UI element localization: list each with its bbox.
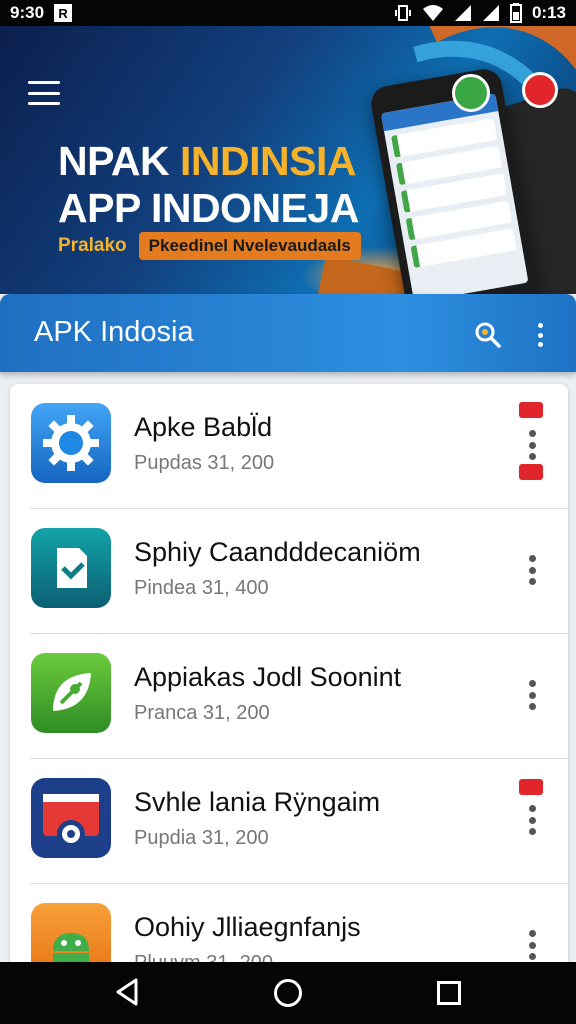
vibrate-icon xyxy=(394,5,411,21)
app-meta: Pranca 31, 200 xyxy=(134,702,270,724)
home-icon[interactable] xyxy=(274,979,302,1007)
red-flag-icon xyxy=(519,779,543,795)
phone-screen xyxy=(380,93,529,294)
promo-text: Pralako xyxy=(58,235,127,256)
headline-part-1: NPAK xyxy=(58,138,181,184)
app-meta: Pindea 31, 400 xyxy=(134,577,269,599)
item-overflow-icon[interactable] xyxy=(526,930,538,960)
camera-icon xyxy=(31,778,111,858)
red-flag-icon xyxy=(519,402,543,418)
list-item[interactable]: Oohiy Jlliaegnfanjs Pluuvm 31, 200 xyxy=(10,884,568,964)
list-item[interactable]: Appiakas Jodl Soonint Pranca 31, 200 xyxy=(10,634,568,759)
play-badge-icon xyxy=(519,464,543,480)
app-list: Apke Babl̈d Pupdas 31, 200 Sphiy Caanddd… xyxy=(10,384,568,964)
notification-icon: R xyxy=(54,4,73,22)
headline-part-2: INDINSIA xyxy=(180,138,356,184)
headline-line-2: APP INDONEJA xyxy=(58,185,359,231)
mail-icon xyxy=(31,528,111,608)
status-clock-right: 0:13 xyxy=(531,3,566,22)
list-item[interactable]: Sphiy Caandddecaniöm Pindea 31, 400 xyxy=(10,509,568,634)
app-meta: Pupdia 31, 200 xyxy=(134,827,269,849)
back-icon[interactable] xyxy=(112,976,144,1008)
status-time: 9:30 xyxy=(10,3,45,22)
item-overflow-icon[interactable] xyxy=(526,430,538,460)
item-overflow-icon[interactable] xyxy=(526,805,538,835)
item-overflow-icon[interactable] xyxy=(526,680,538,710)
app-name: Sphiy Caandddecaniöm xyxy=(134,537,421,567)
status-icons: 0:13 xyxy=(394,3,566,23)
gear-icon xyxy=(31,403,111,483)
banner-promo-row: Pralako Pkeedinel Nvelevaudaals xyxy=(58,232,361,260)
list-item[interactable]: Svhle lania Rÿngaim Pupdia 31, 200 xyxy=(10,759,568,884)
signal-icon-2 xyxy=(482,5,499,21)
signal-icon xyxy=(454,5,471,21)
list-item[interactable]: Apke Babl̈d Pupdas 31, 200 xyxy=(10,384,568,509)
leaf-icon xyxy=(31,653,111,733)
recents-icon[interactable] xyxy=(437,981,461,1005)
status-bar: 9:30 R 0:13 xyxy=(0,0,576,26)
item-overflow-icon[interactable] xyxy=(526,555,538,585)
green-badge-icon xyxy=(452,74,490,112)
app-name: Svhle lania Rÿngaim xyxy=(134,787,381,817)
promo-badge-button[interactable]: Pkeedinel Nvelevaudaals xyxy=(138,232,361,260)
app-title: APK Indosia xyxy=(34,316,194,348)
search-icon[interactable] xyxy=(474,321,502,349)
hamburger-menu-icon[interactable] xyxy=(28,81,60,105)
overflow-menu-icon[interactable] xyxy=(532,321,548,349)
navigation-bar xyxy=(0,962,576,1024)
wifi-icon xyxy=(422,5,443,21)
promo-banner[interactable]: NPAK INDINSIA APP INDONEJA Pralako Pkeed… xyxy=(0,26,576,294)
android-icon xyxy=(31,903,111,964)
red-badge-icon xyxy=(522,72,558,108)
app-name: Oohiy Jlliaegnfanjs xyxy=(134,912,361,942)
app-name: Apke Babl̈d xyxy=(134,412,273,442)
banner-headline: NPAK INDINSIA APP INDONEJA xyxy=(58,138,359,232)
app-meta: Pupdas 31, 200 xyxy=(134,452,275,474)
battery-icon xyxy=(509,3,522,23)
app-name: Appiakas Jodl Soonint xyxy=(134,662,402,692)
